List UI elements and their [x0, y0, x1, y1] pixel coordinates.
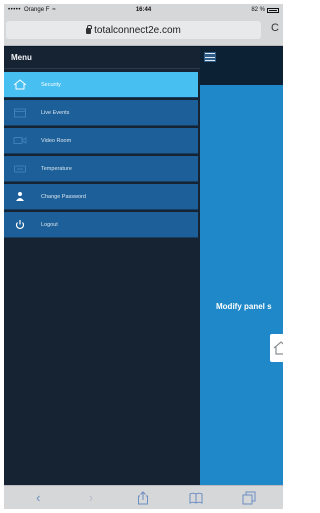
sidebar-item-label: Logout	[41, 221, 58, 228]
battery-group: 82 %	[179, 7, 279, 13]
hamburger-line	[205, 56, 215, 58]
carrier-group: ••••• Orange F ≈	[8, 7, 108, 13]
address-field[interactable]: totalconnect2e.com	[6, 21, 261, 39]
main-panel	[200, 47, 283, 485]
sidebar-item-label: Live Events	[41, 109, 70, 116]
calendar-icon	[11, 107, 29, 119]
signal-dots-icon: •••••	[8, 7, 22, 13]
menu-title: Menu	[4, 47, 200, 69]
sidebar-item-label: Change Password	[41, 193, 86, 200]
main-header	[200, 47, 283, 85]
sidebar-item-temperature[interactable]: Temperature	[4, 156, 198, 182]
menu-list: Security Live Events Video Room Temperat…	[4, 69, 200, 238]
back-icon[interactable]: ‹	[28, 490, 48, 506]
sidebar-item-video-room[interactable]: Video Room	[4, 128, 198, 154]
battery-icon	[267, 7, 279, 13]
browser-toolbar: ‹ ›	[4, 485, 283, 509]
lock-icon	[86, 25, 92, 34]
video-camera-icon	[11, 135, 29, 147]
person-icon	[11, 191, 29, 203]
power-icon	[11, 219, 29, 231]
hamburger-line	[205, 60, 215, 61]
hamburger-line	[205, 53, 215, 54]
status-time: 16:44	[135, 7, 152, 13]
sidebar-item-logout[interactable]: Logout	[4, 212, 198, 238]
share-icon[interactable]	[133, 490, 153, 506]
bookmarks-icon[interactable]	[186, 490, 206, 506]
thermostat-icon	[11, 163, 29, 175]
menu-toggle-button[interactable]	[204, 52, 216, 62]
sidebar-item-label: Video Room	[41, 137, 72, 144]
modify-panel-heading: Modify panel s	[216, 302, 272, 311]
reload-button[interactable]: C	[271, 22, 279, 34]
sidebar-item-change-password[interactable]: Change Password	[4, 184, 198, 210]
tabs-icon[interactable]	[239, 490, 259, 506]
home-icon	[11, 79, 29, 91]
browser-url-bar: totalconnect2e.com C	[4, 16, 283, 46]
status-bar: ••••• Orange F ≈ 16:44 82 %	[4, 4, 283, 16]
sidebar-item-label: Temperature	[41, 165, 72, 172]
sidebar-item-live-events[interactable]: Live Events	[4, 100, 198, 126]
wifi-icon: ≈	[52, 7, 56, 13]
phone-screen: ••••• Orange F ≈ 16:44 82 % totalconnect…	[4, 4, 283, 509]
home-tile-button[interactable]	[270, 334, 283, 362]
carrier-name: Orange F	[24, 7, 50, 13]
url-text: totalconnect2e.com	[94, 24, 181, 36]
forward-icon[interactable]: ›	[81, 490, 101, 506]
battery-percent: 82 %	[251, 7, 265, 13]
sidebar-item-label: Security	[41, 81, 61, 88]
sidebar-menu: Menu Security Live Events Video Room Tem…	[4, 47, 200, 485]
sidebar-item-security[interactable]: Security	[4, 72, 198, 98]
